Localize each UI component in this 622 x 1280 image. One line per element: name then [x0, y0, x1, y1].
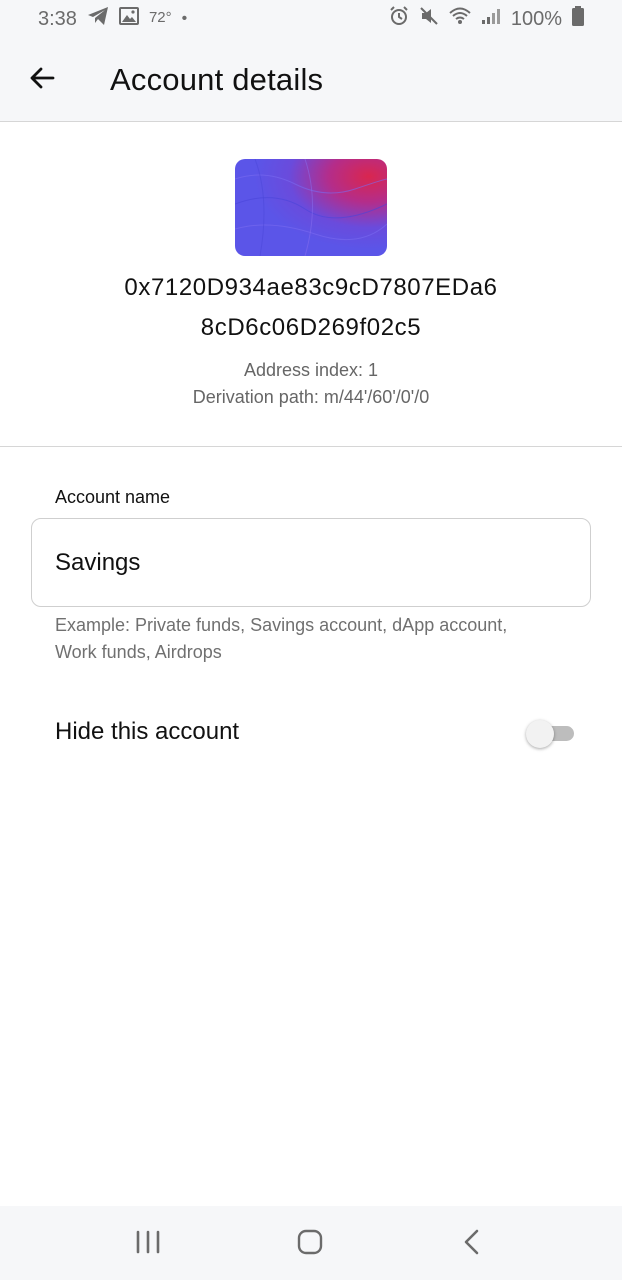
- image-icon: [118, 7, 139, 31]
- address-line-1: 0x7120D934ae83c9cD7807EDa6: [124, 274, 498, 301]
- account-name-helper: Example: Private funds, Savings account,…: [55, 615, 508, 662]
- mute-icon: [419, 6, 439, 32]
- hide-account-toggle[interactable]: [526, 720, 574, 748]
- status-time: 3:38: [38, 7, 77, 30]
- wifi-icon: [449, 7, 471, 31]
- nav-back-button[interactable]: [452, 1224, 492, 1264]
- home-button[interactable]: [290, 1224, 330, 1264]
- back-chevron-icon: [462, 1229, 482, 1260]
- battery-icon: [572, 6, 584, 32]
- section-divider: [0, 446, 622, 447]
- status-battery-text: 100%: [510, 7, 562, 30]
- hide-account-label: Hide this account: [55, 718, 240, 745]
- derivation-path: Derivation path: m/44'/60'/0'/0: [192, 387, 430, 407]
- status-bar-left: 3:38 72° •: [38, 6, 187, 32]
- back-button[interactable]: [22, 60, 62, 100]
- status-dot: •: [181, 10, 188, 27]
- toggle-thumb: [526, 720, 554, 748]
- account-name-input[interactable]: [31, 518, 591, 607]
- account-meta: Address index: 1 Derivation path: m/44'/…: [0, 357, 622, 411]
- telegram-icon: [87, 6, 109, 32]
- home-icon: [297, 1229, 323, 1260]
- alarm-icon: [389, 6, 409, 32]
- recents-button[interactable]: [128, 1224, 168, 1264]
- account-address: 0x7120D934ae83c9cD7807EDa6 8cD6c06D269f0…: [0, 268, 622, 348]
- account-name-label: Account name: [55, 487, 171, 507]
- account-avatar: [235, 159, 387, 256]
- arrow-left-icon: [28, 64, 56, 97]
- status-bar-right: 100%: [389, 6, 584, 32]
- recents-icon: [135, 1230, 161, 1259]
- address-index: Address index: 1: [243, 360, 379, 380]
- hide-account-row: Hide this account: [0, 700, 622, 766]
- status-bar: 3:38 72° • 100%: [0, 0, 622, 38]
- page-title: Account details: [110, 62, 324, 97]
- signal-icon: [481, 7, 501, 31]
- system-nav-bar: [0, 1206, 622, 1280]
- status-temperature: 72°: [148, 8, 172, 26]
- address-line-2: 8cD6c06D269f02c5: [200, 314, 422, 341]
- app-bar: Account details: [0, 38, 622, 122]
